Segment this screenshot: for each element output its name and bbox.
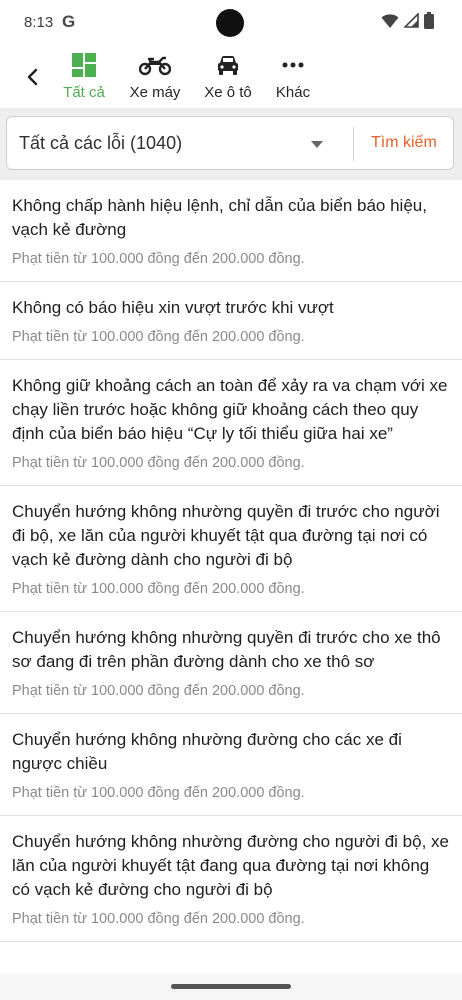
item-fine: Phạt tiền từ 100.000 đồng đến 200.000 đồ… xyxy=(12,785,305,801)
item-fine: Phạt tiền từ 100.000 đồng đến 200.000 đồ… xyxy=(12,911,305,927)
status-bar: 8:13 G xyxy=(0,0,462,46)
car-icon xyxy=(218,55,238,75)
item-fine: Phạt tiền từ 100.000 đồng đến 200.000 đồ… xyxy=(12,683,305,699)
tab-car-label: Xe ô tô xyxy=(204,84,252,101)
item-title: Không có báo hiệu xin vượt trước khi vượ… xyxy=(12,298,334,317)
battery-icon xyxy=(424,12,434,29)
item-fine: Phạt tiền từ 100.000 đồng đến 200.000 đồ… xyxy=(12,455,305,471)
tab-motorbike[interactable]: Xe máy xyxy=(128,50,182,106)
camera-cutout xyxy=(216,9,244,37)
list-item[interactable]: Không giữ khoảng cách an toàn để xảy ra … xyxy=(0,360,462,486)
tab-car[interactable]: Xe ô tô xyxy=(202,50,254,106)
tab-other-label: Khác xyxy=(275,84,311,101)
wifi-icon xyxy=(381,13,399,28)
gesture-bar xyxy=(0,974,462,1000)
tab-all[interactable]: Tất cả xyxy=(62,50,106,106)
home-indicator[interactable] xyxy=(171,984,291,989)
item-fine: Phạt tiền từ 100.000 đồng đến 200.000 đồ… xyxy=(12,251,305,267)
item-title: Không giữ khoảng cách an toàn để xảy ra … xyxy=(12,376,448,443)
google-logo: G xyxy=(62,12,76,31)
grid-icon xyxy=(72,53,96,77)
list-item[interactable]: Không có báo hiệu xin vượt trước khi vượ… xyxy=(0,282,462,360)
tab-motorbike-label: Xe máy xyxy=(129,84,181,101)
violation-list: Không chấp hành hiệu lệnh, chỉ dẫn của b… xyxy=(0,180,462,942)
filter-bar: Tất cả các lỗi (1040) Tìm kiếm xyxy=(0,108,462,180)
list-item[interactable]: Chuyển hướng không nhường đường cho các … xyxy=(0,714,462,816)
item-title: Chuyển hướng không nhường quyền đi trước… xyxy=(12,628,441,671)
item-title: Chuyển hướng không nhường đường cho các … xyxy=(12,730,402,773)
motorbike-icon xyxy=(139,56,171,76)
item-fine: Phạt tiền từ 100.000 đồng đến 200.000 đồ… xyxy=(12,329,305,345)
tab-other[interactable]: Khác xyxy=(274,50,312,106)
list-item[interactable]: Chuyển hướng không nhường đường cho ngườ… xyxy=(0,816,462,942)
dropdown-caret-icon[interactable] xyxy=(311,141,323,148)
item-title: Chuyển hướng không nhường quyền đi trước… xyxy=(12,502,440,569)
list-item[interactable]: Chuyển hướng không nhường quyền đi trước… xyxy=(0,612,462,714)
item-fine: Phạt tiền từ 100.000 đồng đến 200.000 đồ… xyxy=(12,581,305,597)
tab-all-label: Tất cả xyxy=(63,84,105,101)
status-time: 8:13 xyxy=(24,14,54,31)
search-button[interactable]: Tìm kiếm xyxy=(371,134,437,152)
violation-filter-dropdown[interactable]: Tất cả các lỗi (1040) xyxy=(19,133,182,154)
list-item[interactable]: Không chấp hành hiệu lệnh, chỉ dẫn của b… xyxy=(0,180,462,282)
list-item[interactable]: Chuyển hướng không nhường quyền đi trước… xyxy=(0,486,462,612)
item-title: Chuyển hướng không nhường đường cho ngườ… xyxy=(12,832,449,899)
chevron-left-icon xyxy=(27,68,38,86)
back-button[interactable] xyxy=(18,60,46,94)
filter-divider xyxy=(353,127,354,161)
item-title: Không chấp hành hiệu lệnh, chỉ dẫn của b… xyxy=(12,196,427,239)
filter-box: Tất cả các lỗi (1040) Tìm kiếm xyxy=(6,116,454,170)
more-icon xyxy=(282,62,304,68)
signal-icon xyxy=(404,13,419,28)
status-icons xyxy=(381,12,434,29)
top-navigation: Tất cả Xe máy Xe ô tô Khác xyxy=(0,46,462,108)
